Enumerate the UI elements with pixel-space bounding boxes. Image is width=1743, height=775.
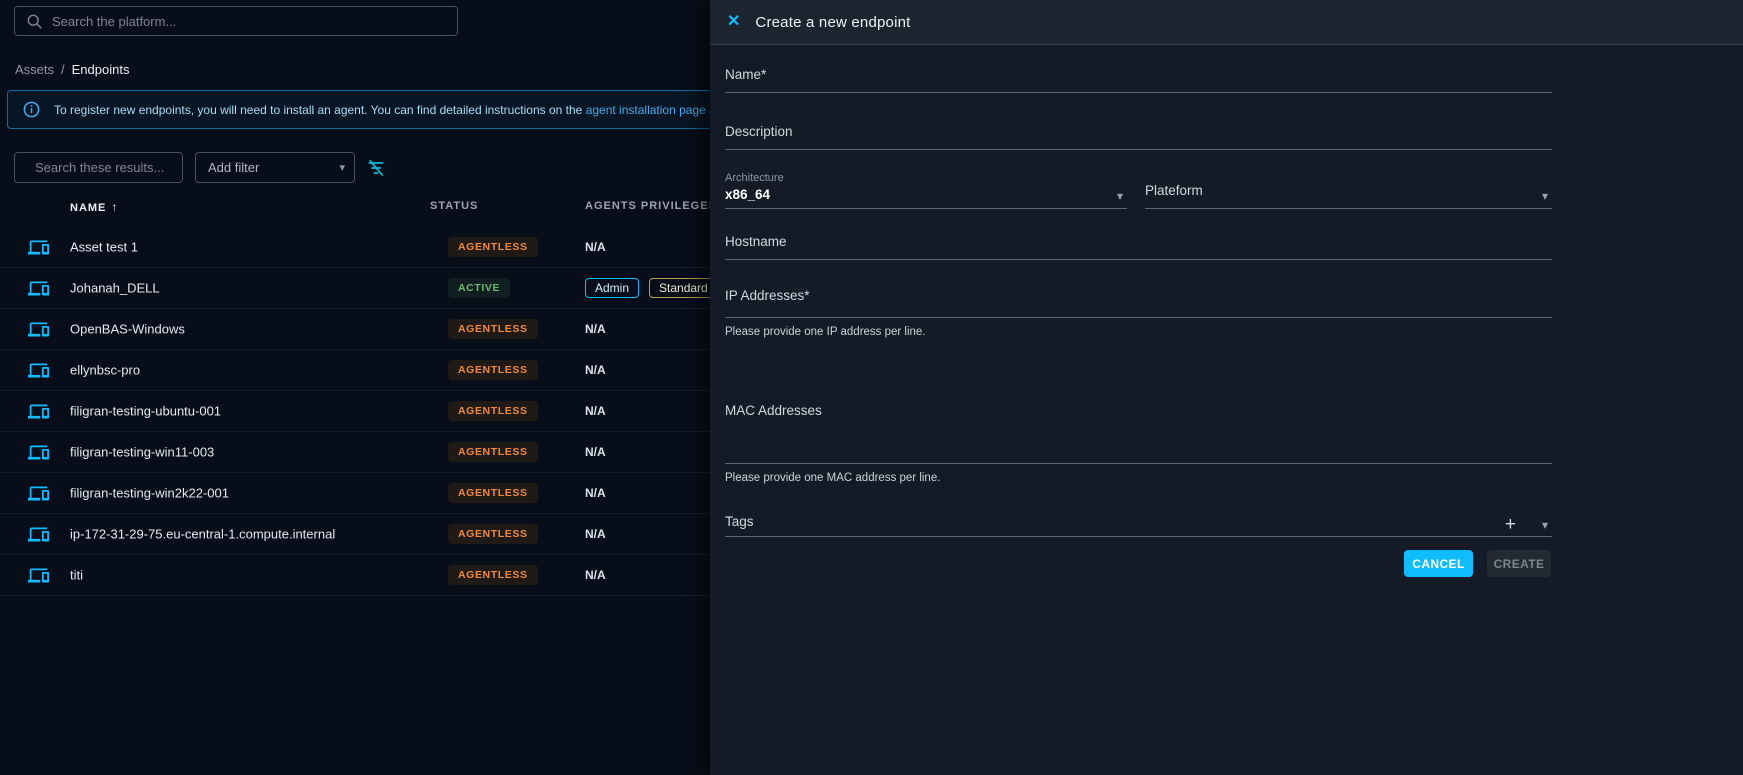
search-icon bbox=[26, 13, 43, 30]
table-row[interactable]: Asset test 1 AGENTLESS N/A bbox=[0, 227, 710, 268]
endpoint-name: Asset test 1 bbox=[70, 240, 138, 255]
endpoint-name: OpenBAS-Windows bbox=[70, 322, 185, 337]
column-header-name[interactable]: NAME↑ bbox=[70, 200, 118, 214]
hostname-field-label: Hostname bbox=[725, 234, 787, 249]
table-row[interactable]: OpenBAS-Windows AGENTLESS N/A bbox=[0, 309, 710, 350]
endpoint-name: titi bbox=[70, 568, 83, 583]
hostname-field[interactable]: Hostname bbox=[725, 233, 1552, 260]
privileges-value: N/A bbox=[585, 445, 606, 459]
status-badge: AGENTLESS bbox=[448, 442, 538, 462]
architecture-select-value: x86_64 bbox=[725, 187, 770, 202]
privileges-value: N/A bbox=[585, 527, 606, 541]
close-icon[interactable]: ✕ bbox=[727, 14, 740, 30]
privileges-value: N/A bbox=[585, 568, 606, 582]
endpoint-name: filigran-testing-win11-003 bbox=[70, 445, 214, 460]
endpoint-name: filigran-testing-ubuntu-001 bbox=[70, 404, 221, 419]
table-row[interactable]: titi AGENTLESS N/A bbox=[0, 555, 710, 596]
devices-icon bbox=[28, 319, 49, 340]
add-icon[interactable]: + bbox=[1505, 515, 1516, 534]
mac-helper-text: Please provide one MAC address per line. bbox=[725, 472, 940, 484]
status-badge: AGENTLESS bbox=[448, 565, 538, 585]
name-field-label: Name* bbox=[725, 67, 766, 82]
create-endpoint-form: Name* Description Architecture x86_64 ▾ … bbox=[725, 45, 1552, 775]
devices-icon bbox=[28, 278, 49, 299]
create-endpoint-drawer: ✕ Create a new endpoint Name* Descriptio… bbox=[710, 0, 1743, 775]
results-search-input[interactable] bbox=[35, 160, 211, 175]
status-badge: AGENTLESS bbox=[448, 524, 538, 544]
description-field[interactable]: Description bbox=[725, 123, 1552, 150]
platform-search[interactable] bbox=[14, 6, 458, 36]
name-field[interactable]: Name* bbox=[725, 66, 1552, 93]
privileges-value: N/A bbox=[585, 363, 606, 377]
platform-select[interactable]: Plateform ▾ bbox=[1145, 182, 1552, 209]
devices-icon bbox=[28, 237, 49, 258]
devices-icon bbox=[28, 524, 49, 545]
cancel-button[interactable]: CANCEL bbox=[1404, 550, 1473, 577]
status-badge: AGENTLESS bbox=[448, 319, 538, 339]
table-row[interactable]: filigran-testing-win2k22-001 AGENTLESS N… bbox=[0, 473, 710, 514]
status-badge: ACTIVE bbox=[448, 278, 510, 298]
devices-icon bbox=[28, 401, 49, 422]
privileges-value: N/A bbox=[585, 404, 606, 418]
endpoint-name: ellynbsc-pro bbox=[70, 363, 140, 378]
breadcrumb-parent[interactable]: Assets bbox=[15, 62, 54, 77]
endpoints-table: Asset test 1 AGENTLESS N/A Johanah_DELL … bbox=[0, 227, 710, 596]
column-header-status[interactable]: STATUS bbox=[430, 200, 478, 212]
add-filter-label: Add filter bbox=[208, 160, 259, 175]
info-icon bbox=[22, 100, 41, 119]
ip-addresses-field-label: IP Addresses* bbox=[725, 288, 810, 303]
breadcrumb: Assets / Endpoints bbox=[15, 62, 129, 77]
tags-field-label: Tags bbox=[725, 514, 754, 529]
table-row[interactable]: filigran-testing-ubuntu-001 AGENTLESS N/… bbox=[0, 391, 710, 432]
mac-addresses-field-label: MAC Addresses bbox=[725, 403, 822, 418]
table-row[interactable]: filigran-testing-win11-003 AGENTLESS N/A bbox=[0, 432, 710, 473]
privilege-chip-admin: Admin bbox=[585, 278, 639, 298]
sort-ascending-icon: ↑ bbox=[111, 200, 118, 214]
tags-field[interactable]: Tags + ▾ bbox=[725, 513, 1552, 537]
table-row[interactable]: Johanah_DELL ACTIVE Admin Standard bbox=[0, 268, 710, 309]
add-filter-select[interactable]: Add filter ▾ bbox=[195, 152, 355, 183]
privileges-chips: Admin Standard bbox=[585, 278, 718, 298]
privilege-chip-standard: Standard bbox=[649, 278, 718, 298]
endpoint-name: Johanah_DELL bbox=[70, 281, 160, 296]
chevron-down-icon: ▾ bbox=[339, 161, 345, 174]
breadcrumb-separator: / bbox=[61, 62, 65, 77]
status-badge: AGENTLESS bbox=[448, 237, 538, 257]
architecture-select-label: Architecture bbox=[725, 172, 784, 184]
platform-search-input[interactable] bbox=[52, 14, 446, 29]
ip-helper-text: Please provide one IP address per line. bbox=[725, 326, 926, 338]
privileges-value: N/A bbox=[585, 240, 606, 254]
results-search[interactable] bbox=[14, 152, 183, 183]
create-button[interactable]: CREATE bbox=[1487, 550, 1551, 577]
devices-icon bbox=[28, 442, 49, 463]
mac-addresses-field[interactable]: MAC Addresses bbox=[725, 402, 1552, 464]
status-badge: AGENTLESS bbox=[448, 401, 538, 421]
chevron-down-icon[interactable]: ▾ bbox=[1542, 518, 1548, 532]
breadcrumb-current: Endpoints bbox=[72, 62, 130, 77]
drawer-header: ✕ Create a new endpoint bbox=[710, 0, 1743, 45]
privileges-value: N/A bbox=[585, 486, 606, 500]
table-row[interactable]: ip-172-31-29-75.eu-central-1.compute.int… bbox=[0, 514, 710, 555]
drawer-title: Create a new endpoint bbox=[755, 14, 910, 31]
status-badge: AGENTLESS bbox=[448, 360, 538, 380]
devices-icon bbox=[28, 483, 49, 504]
privileges-value: N/A bbox=[585, 322, 606, 336]
endpoint-name: ip-172-31-29-75.eu-central-1.compute.int… bbox=[70, 527, 335, 542]
status-badge: AGENTLESS bbox=[448, 483, 538, 503]
platform-select-label: Plateform bbox=[1145, 183, 1203, 198]
architecture-select[interactable]: Architecture x86_64 ▾ bbox=[725, 168, 1127, 209]
filter-clear-icon[interactable] bbox=[366, 158, 386, 178]
ip-addresses-field[interactable]: IP Addresses* bbox=[725, 287, 1552, 318]
column-header-privileges[interactable]: AGENTS PRIVILEGES bbox=[585, 200, 717, 212]
chevron-down-icon: ▾ bbox=[1542, 189, 1548, 203]
endpoint-name: filigran-testing-win2k22-001 bbox=[70, 486, 229, 501]
description-field-label: Description bbox=[725, 124, 793, 139]
devices-icon bbox=[28, 565, 49, 586]
chevron-down-icon: ▾ bbox=[1117, 189, 1123, 203]
devices-icon bbox=[28, 360, 49, 381]
table-row[interactable]: ellynbsc-pro AGENTLESS N/A bbox=[0, 350, 710, 391]
agent-installation-link[interactable]: agent installation page bbox=[586, 103, 706, 117]
